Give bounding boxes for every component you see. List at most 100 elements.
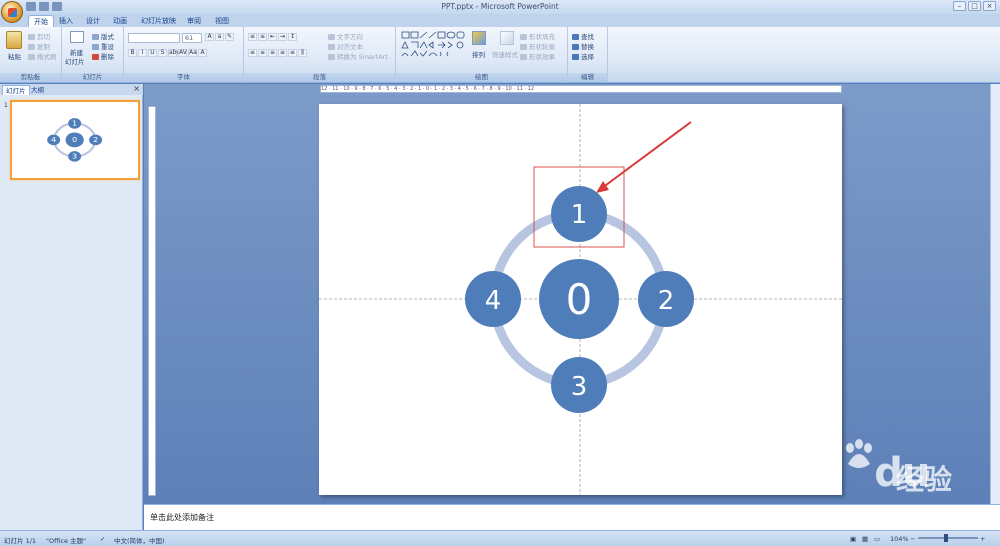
tab-view[interactable]: 视图 [210, 15, 234, 27]
align-buttons: ≡ ≡ ≡ ≡ ≡ ⫼ [248, 49, 307, 57]
shape-fill-button[interactable]: 形状填充 [520, 31, 555, 41]
new-slide-icon[interactable] [70, 31, 84, 43]
arrange-button[interactable]: 排列 [472, 49, 485, 59]
format-painter-button[interactable]: 格式刷 [28, 51, 57, 61]
distribute-button[interactable]: ≡ [288, 49, 297, 57]
label-left: 4 [485, 286, 502, 316]
tab-animation[interactable]: 动画 [108, 15, 132, 27]
numbering-button[interactable]: ≡ [258, 33, 267, 41]
italic-button[interactable]: I [138, 49, 147, 57]
text-direction-button[interactable]: 文字方向 [328, 31, 363, 41]
tab-design[interactable]: 设计 [81, 15, 105, 27]
watermark-url: jingyan.baidu.com [772, 506, 892, 521]
shadow-button[interactable]: abc [168, 49, 180, 57]
tab-slideshow[interactable]: 幻灯片放映 [136, 15, 181, 27]
thumb-label-bottom: 3 [72, 153, 78, 161]
bold-button[interactable]: B [128, 49, 137, 57]
close-button[interactable]: × [983, 1, 996, 11]
quick-styles-icon[interactable] [500, 31, 514, 45]
zoom-in-icon[interactable]: + [980, 535, 985, 543]
smartart-button[interactable]: 转换为 SmartArt [328, 51, 388, 61]
panel-tab-outline[interactable]: 大纲 [28, 85, 47, 95]
line-spacing-button[interactable]: ↕ [288, 33, 297, 41]
thumb-label-left: 4 [51, 136, 57, 144]
window-title: PPT.pptx - Microsoft PowerPoint [441, 2, 559, 11]
reset-button[interactable]: 重设 [92, 41, 114, 51]
strike-button[interactable]: S [158, 49, 167, 57]
ribbon-tabs: 开始 插入 设计 动画 幻灯片放映 审阅 视图 [0, 14, 1000, 27]
panel-close-icon[interactable]: × [133, 84, 140, 93]
slides-panel: 幻灯片 大纲 × 1 0 1 2 3 4 [0, 84, 143, 530]
minimize-button[interactable]: – [953, 1, 966, 11]
status-language[interactable]: 中文(简体，中国) [114, 535, 165, 545]
slide[interactable]: 0 1 2 3 4 [319, 104, 842, 495]
shapes-gallery[interactable] [400, 31, 468, 61]
group-paragraph: ≡ ≡ ⇤ ⇥ ↕ ≡ ≡ ≡ ≡ ≡ ⫼ 文字方向 对齐文本 转换为 SmartArt 段落 [244, 27, 396, 83]
status-slide-count: 幻灯片 1/1 [4, 537, 37, 545]
slide-thumbnail[interactable]: 0 1 2 3 4 [10, 100, 140, 180]
status-theme[interactable]: "Office 主题" [46, 535, 86, 545]
zoom-slider-knob[interactable] [944, 534, 948, 542]
case-button[interactable]: Aa [188, 49, 197, 57]
layout-button[interactable]: 版式 [92, 31, 114, 41]
font-grow-buttons: Aa ✎ [205, 33, 234, 41]
thumbnail-diagram: 0 1 2 3 4 [47, 118, 103, 162]
select-button[interactable]: 选择 [572, 51, 594, 61]
window-controls: – □ × [953, 1, 996, 11]
indent-dec-button[interactable]: ⇤ [268, 33, 277, 41]
tab-insert[interactable]: 插入 [54, 15, 78, 27]
arrange-icon[interactable] [472, 31, 486, 45]
new-slide-button-label[interactable]: 幻灯片 [65, 56, 85, 66]
find-button[interactable]: 查找 [572, 31, 594, 41]
copy-button[interactable]: 复制 [28, 41, 50, 51]
tab-review[interactable]: 审阅 [182, 15, 206, 27]
zoom-slider-track[interactable] [918, 537, 978, 539]
group-clipboard: 粘贴 剪切 复制 格式刷 剪贴板 [0, 27, 62, 83]
office-button[interactable] [1, 1, 23, 23]
paste-button[interactable]: 粘贴 [8, 51, 21, 61]
vertical-scrollbar[interactable] [990, 84, 1000, 504]
align-left-button[interactable]: ≡ [248, 49, 257, 57]
effects-icon [520, 54, 527, 60]
vertical-ruler [148, 106, 156, 496]
ribbon: 粘贴 剪切 复制 格式刷 剪贴板 新建 幻灯片 版式 重设 删除 幻灯片 61 … [0, 27, 1000, 83]
tab-home[interactable]: 开始 [28, 15, 54, 27]
align-center-button[interactable]: ≡ [258, 49, 267, 57]
baidu-watermark: Bai du 经验 jingyan.baidu.com [772, 438, 972, 528]
spacing-button[interactable]: AV [178, 49, 187, 57]
label-center: 0 [566, 275, 593, 324]
underline-button[interactable]: U [148, 49, 157, 57]
reset-icon [92, 44, 99, 50]
panel-tab-slides[interactable]: 幻灯片 [2, 85, 30, 95]
align-text-button[interactable]: 对齐文本 [328, 41, 363, 51]
justify-button[interactable]: ≡ [278, 49, 287, 57]
view-normal-icon[interactable]: ▣ [850, 535, 856, 543]
spellcheck-icon[interactable]: ✓ [100, 535, 105, 543]
status-zoom[interactable]: 104% [890, 535, 909, 543]
font-style-buttons: B I U S abc AV Aa A [128, 49, 207, 57]
columns-button[interactable]: ⫼ [298, 49, 307, 57]
font-size-box[interactable]: 61 [182, 33, 202, 43]
view-slideshow-icon[interactable]: ▭ [874, 535, 880, 543]
grow-font-button[interactable]: A [205, 33, 214, 41]
align-right-button[interactable]: ≡ [268, 49, 277, 57]
cut-button[interactable]: 剪切 [28, 31, 50, 41]
delete-button[interactable]: 删除 [92, 51, 114, 61]
font-name-box[interactable] [128, 33, 180, 43]
zoom-out-icon[interactable]: − [910, 535, 915, 543]
group-label: 绘图 [396, 73, 567, 82]
shape-outline-button[interactable]: 形状轮廓 [520, 41, 555, 51]
paste-icon[interactable] [6, 31, 22, 49]
view-sorter-icon[interactable]: ▦ [862, 535, 868, 543]
replace-button[interactable]: 替换 [572, 41, 594, 51]
copy-icon [28, 44, 35, 50]
quick-styles-button[interactable]: 快速样式 [492, 49, 518, 59]
clear-format-button[interactable]: ✎ [225, 33, 234, 41]
indent-inc-button[interactable]: ⇥ [278, 33, 287, 41]
font-color-button[interactable]: A [198, 49, 207, 57]
shrink-font-button[interactable]: a [215, 33, 224, 41]
layout-icon [92, 34, 99, 40]
bullets-button[interactable]: ≡ [248, 33, 257, 41]
maximize-button[interactable]: □ [968, 1, 981, 11]
shape-effects-button[interactable]: 形状效果 [520, 51, 555, 61]
